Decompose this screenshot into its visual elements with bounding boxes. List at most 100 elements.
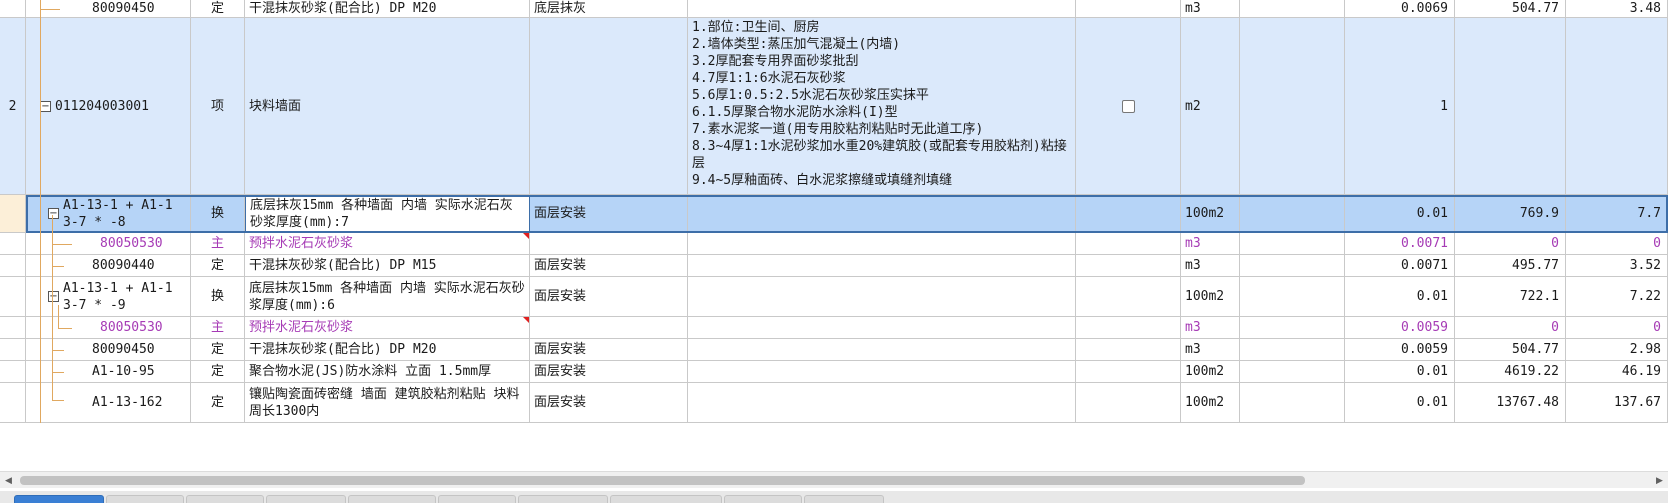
feature-cell[interactable] xyxy=(530,233,688,255)
tab-3[interactable] xyxy=(186,495,264,503)
feature-cell[interactable] xyxy=(530,18,688,195)
table-row-main-material[interactable]: 80050530 主 预拌水泥石灰砂浆 m3 0.0059 0 0 xyxy=(0,317,1668,339)
name-cell[interactable]: 干混抹灰砂浆(配合比) DP M20 xyxy=(245,339,530,361)
extra-cell[interactable] xyxy=(1240,255,1345,277)
description-cell[interactable] xyxy=(688,383,1076,423)
feature-cell[interactable]: 面层安装 xyxy=(530,195,688,233)
feature-cell[interactable]: 底层抹灰 xyxy=(530,0,688,18)
qty-cell[interactable]: 0.0059 xyxy=(1345,317,1455,339)
qty-cell[interactable]: 0.0059 xyxy=(1345,339,1455,361)
total-cell[interactable]: 2.98 xyxy=(1566,339,1668,361)
unit-cell[interactable]: 100m2 xyxy=(1181,361,1240,383)
type-cell[interactable]: 定 xyxy=(191,0,245,18)
name-cell[interactable]: 聚合物水泥(JS)防水涂料 立面 1.5mm厚 xyxy=(245,361,530,383)
description-cell[interactable] xyxy=(688,233,1076,255)
total-cell[interactable]: 3.48 xyxy=(1566,0,1668,18)
unit-cell[interactable]: m3 xyxy=(1181,255,1240,277)
check-cell[interactable] xyxy=(1076,339,1181,361)
collapse-toggle-icon[interactable]: − xyxy=(48,208,59,219)
tab-1[interactable] xyxy=(14,495,104,503)
table-row-bill-item[interactable]: 2 − 011204003001 项 块料墙面 1.部位:卫生间、厨房 2.墙体… xyxy=(0,18,1668,195)
scroll-right-icon[interactable]: ▶ xyxy=(1651,472,1668,489)
price-cell[interactable]: 13767.48 xyxy=(1455,383,1566,423)
tab-7[interactable] xyxy=(518,495,608,503)
name-cell[interactable]: 镶贴陶瓷面砖密缝 墙面 建筑胶粘剂粘贴 块料周长1300内 xyxy=(245,383,530,423)
code-cell[interactable]: − 011204003001 xyxy=(26,18,191,195)
qty-cell[interactable]: 0.0071 xyxy=(1345,255,1455,277)
table-row[interactable]: A1-10-95 定 聚合物水泥(JS)防水涂料 立面 1.5mm厚 面层安装 … xyxy=(0,361,1668,383)
unit-cell[interactable]: m3 xyxy=(1181,0,1240,18)
check-cell[interactable] xyxy=(1076,18,1181,195)
tab-5[interactable] xyxy=(348,495,436,503)
code-cell[interactable]: 80090440 xyxy=(26,255,191,277)
total-cell[interactable]: 0 xyxy=(1566,233,1668,255)
total-cell[interactable]: 3.52 xyxy=(1566,255,1668,277)
unit-cell[interactable]: 100m2 xyxy=(1181,383,1240,423)
code-cell[interactable]: 80050530 xyxy=(26,233,191,255)
collapse-toggle-icon[interactable]: − xyxy=(40,100,51,112)
tab-10[interactable] xyxy=(804,495,884,503)
extra-cell[interactable] xyxy=(1240,383,1345,423)
qty-cell[interactable]: 0.0071 xyxy=(1345,233,1455,255)
type-cell[interactable]: 换 xyxy=(191,195,245,233)
price-cell[interactable]: 0 xyxy=(1455,233,1566,255)
type-cell[interactable]: 项 xyxy=(191,18,245,195)
unit-cell[interactable]: 100m2 xyxy=(1181,277,1240,317)
name-cell[interactable]: 预拌水泥石灰砂浆 xyxy=(245,233,530,255)
code-cell[interactable]: 80050530 xyxy=(26,317,191,339)
qty-cell[interactable]: 0.0069 xyxy=(1345,0,1455,18)
name-cell[interactable]: 块料墙面 xyxy=(245,18,530,195)
check-cell[interactable] xyxy=(1076,361,1181,383)
feature-cell[interactable] xyxy=(530,317,688,339)
extra-cell[interactable] xyxy=(1240,0,1345,18)
qty-cell[interactable]: 0.01 xyxy=(1345,361,1455,383)
check-cell[interactable] xyxy=(1076,383,1181,423)
unit-cell[interactable]: m3 xyxy=(1181,339,1240,361)
scrollbar-thumb[interactable] xyxy=(20,476,1305,485)
name-cell[interactable]: 预拌水泥石灰砂浆 xyxy=(245,317,530,339)
type-cell[interactable]: 定 xyxy=(191,361,245,383)
feature-cell[interactable]: 面层安装 xyxy=(530,383,688,423)
code-cell[interactable]: A1-13-162 xyxy=(26,383,191,423)
extra-cell[interactable] xyxy=(1240,317,1345,339)
check-cell[interactable] xyxy=(1076,255,1181,277)
qty-cell[interactable]: 0.01 xyxy=(1345,383,1455,423)
tab-8[interactable] xyxy=(610,495,722,503)
extra-cell[interactable] xyxy=(1240,361,1345,383)
qty-cell[interactable]: 1 xyxy=(1345,18,1455,195)
scroll-left-icon[interactable]: ◀ xyxy=(0,472,17,489)
type-cell[interactable]: 换 xyxy=(191,277,245,317)
feature-cell[interactable]: 面层安装 xyxy=(530,361,688,383)
qty-cell[interactable]: 0.01 xyxy=(1345,195,1455,233)
check-cell[interactable] xyxy=(1076,0,1181,18)
total-cell[interactable]: 46.19 xyxy=(1566,361,1668,383)
total-cell[interactable] xyxy=(1566,18,1668,195)
unit-cell[interactable]: m3 xyxy=(1181,233,1240,255)
description-cell[interactable] xyxy=(688,277,1076,317)
total-cell[interactable]: 0 xyxy=(1566,317,1668,339)
table-row[interactable]: A1-13-162 定 镶贴陶瓷面砖密缝 墙面 建筑胶粘剂粘贴 块料周长1300… xyxy=(0,383,1668,423)
qty-cell[interactable]: 0.01 xyxy=(1345,277,1455,317)
description-cell[interactable] xyxy=(688,339,1076,361)
extra-cell[interactable] xyxy=(1240,277,1345,317)
type-cell[interactable]: 主 xyxy=(191,233,245,255)
description-cell[interactable] xyxy=(688,317,1076,339)
description-cell[interactable] xyxy=(688,195,1076,233)
code-cell[interactable]: − A1-13-1 + A1-13-7 * -8 xyxy=(26,195,191,233)
table-row[interactable]: 80090450 定 干混抹灰砂浆(配合比) DP M20 底层抹灰 m3 0.… xyxy=(0,0,1668,18)
unit-cell[interactable]: m2 xyxy=(1181,18,1240,195)
feature-cell[interactable]: 面层安装 xyxy=(530,339,688,361)
feature-cell[interactable]: 面层安装 xyxy=(530,277,688,317)
type-cell[interactable]: 定 xyxy=(191,383,245,423)
price-cell[interactable] xyxy=(1455,18,1566,195)
table-row[interactable]: 80090440 定 干混抹灰砂浆(配合比) DP M15 面层安装 m3 0.… xyxy=(0,255,1668,277)
tab-9[interactable] xyxy=(724,495,802,503)
table-row[interactable]: 80090450 定 干混抹灰砂浆(配合比) DP M20 面层安装 m3 0.… xyxy=(0,339,1668,361)
name-cell[interactable]: 底层抹灰15mm 各种墙面 内墙 实际水泥石灰砂浆厚度(mm):7 xyxy=(245,195,530,233)
collapse-toggle-icon[interactable]: − xyxy=(48,291,59,302)
description-cell[interactable] xyxy=(688,0,1076,18)
horizontal-scrollbar[interactable]: ◀ ▶ xyxy=(0,471,1668,488)
feature-cell[interactable]: 面层安装 xyxy=(530,255,688,277)
total-cell[interactable]: 137.67 xyxy=(1566,383,1668,423)
type-cell[interactable]: 主 xyxy=(191,317,245,339)
